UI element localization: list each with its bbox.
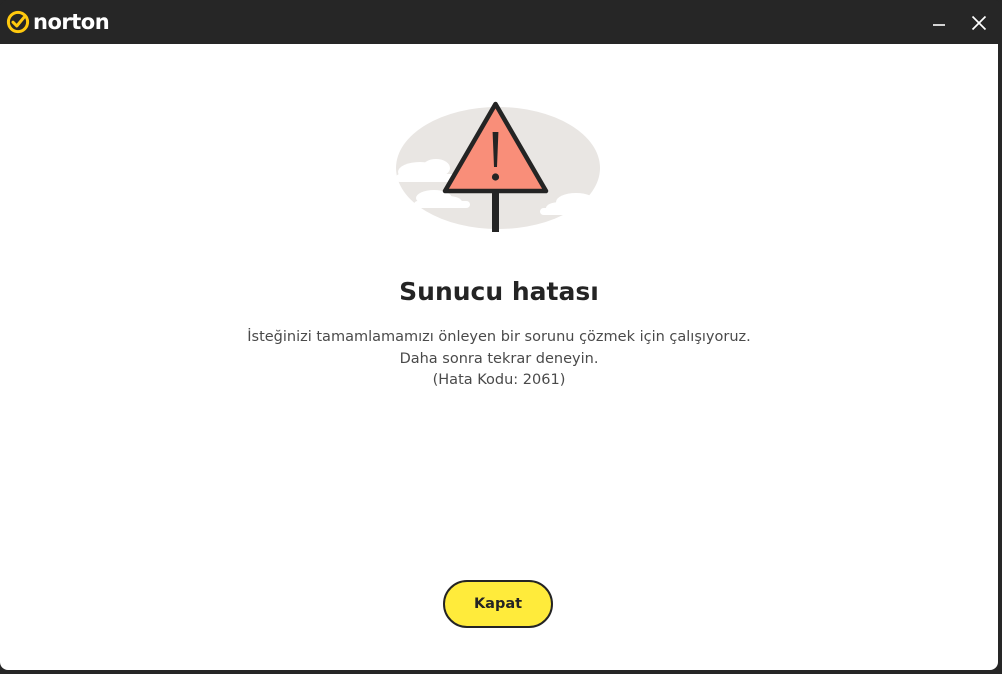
error-panel: Sunucu hatası İsteğinizi tamamlamamızı ö… [0,44,998,670]
close-window-button[interactable] [964,8,994,38]
title-bar[interactable]: norton [0,0,1002,44]
norton-window: norton Sunucu hatası İsteğinizi tamamlam… [0,0,1002,674]
minimize-button[interactable] [924,8,954,38]
brand-name: norton [33,10,110,34]
norton-check-icon [6,10,30,34]
error-title: Sunucu hatası [399,277,599,306]
error-message-line: İsteğinizi tamamlamamızı önleyen bir sor… [247,329,751,345]
minimize-icon [933,24,945,26]
error-message-line: Daha sonra tekrar deneyin. [399,350,599,367]
norton-logo: norton [6,9,110,35]
close-button[interactable]: Kapat [443,580,553,628]
error-code: (Hata Kodu: 2061) [432,372,566,388]
close-icon [971,15,987,31]
warning-sign-icon [396,101,600,232]
error-message: İsteğinizi tamamlamamızı önleyen bir sor… [0,327,998,392]
